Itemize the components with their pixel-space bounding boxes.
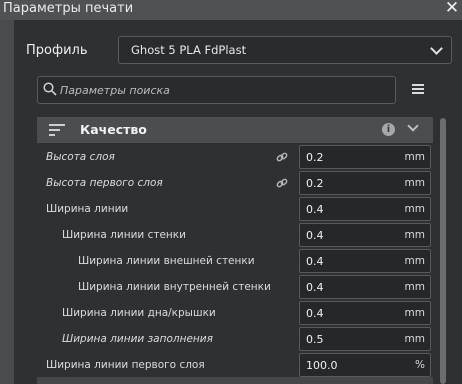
setting-value-field[interactable]: 0.5 mm xyxy=(299,327,431,351)
setting-row: Ширина линии дна/крышки 0.4 mm xyxy=(0,301,440,327)
window-title: Параметры печати xyxy=(3,1,134,16)
search-input[interactable]: Параметры поиска xyxy=(37,76,396,104)
setting-unit: mm xyxy=(404,333,425,345)
setting-unit: mm xyxy=(404,203,425,215)
setting-label: Высота первого слоя xyxy=(46,177,163,189)
setting-value-field[interactable]: 0.4 mm xyxy=(299,249,431,273)
setting-row: Высота первого слоя 0.2 mm xyxy=(0,171,440,197)
setting-unit: mm xyxy=(404,229,425,241)
quality-icon xyxy=(49,124,65,138)
setting-row: Ширина линии 0.4 mm xyxy=(0,197,440,223)
profile-selected-value: Ghost 5 PLA FdPlast xyxy=(131,43,247,57)
setting-label: Ширина линии xyxy=(46,203,129,215)
category-title: Качество xyxy=(80,122,147,137)
chevron-down-icon[interactable] xyxy=(407,120,419,132)
setting-label: Ширина линии дна/крышки xyxy=(62,307,216,319)
profile-label: Профиль xyxy=(26,43,88,58)
setting-row: Высота слоя 0.2 mm xyxy=(0,145,440,171)
setting-row: Ширина линии внешней стенки 0.4 mm xyxy=(0,249,440,275)
setting-label: Ширина линии внутренней стенки xyxy=(78,281,271,293)
setting-value: 100.0 xyxy=(306,359,338,372)
setting-value: 0.2 xyxy=(306,177,324,190)
setting-value: 0.5 xyxy=(306,333,324,346)
setting-label: Высота слоя xyxy=(46,151,115,163)
link-icon[interactable] xyxy=(276,177,288,189)
setting-value-field[interactable]: 0.4 mm xyxy=(299,301,431,325)
setting-value: 0.4 xyxy=(306,281,324,294)
next-category-header[interactable] xyxy=(37,377,433,384)
setting-value: 0.4 xyxy=(306,229,324,242)
setting-label: Ширина линии стенки xyxy=(62,229,186,241)
profile-dropdown[interactable]: Ghost 5 PLA FdPlast xyxy=(118,36,452,64)
scrollbar-thumb[interactable] xyxy=(440,118,446,384)
setting-value-field[interactable]: 100.0% xyxy=(299,353,431,377)
title-bar[interactable]: Параметры печати ✕ xyxy=(0,0,462,20)
setting-unit: mm xyxy=(404,307,425,319)
chevron-down-icon xyxy=(430,42,443,55)
search-icon xyxy=(43,82,57,96)
setting-value: 0.2 xyxy=(306,151,324,164)
setting-unit: mm xyxy=(404,255,425,267)
setting-label: Ширина линии первого слоя xyxy=(46,359,205,371)
setting-unit: mm xyxy=(404,281,425,293)
setting-unit: mm xyxy=(404,151,425,163)
setting-value: 0.4 xyxy=(306,307,324,320)
setting-label: Ширина линии заполнения xyxy=(62,333,213,345)
setting-row: Ширина линии внутренней стенки 0.4 mm xyxy=(0,275,440,301)
setting-value: 0.4 xyxy=(306,203,324,216)
search-placeholder: Параметры поиска xyxy=(60,84,170,97)
setting-value-field[interactable]: 0.2 mm xyxy=(299,145,431,169)
setting-value: 0.4 xyxy=(306,255,324,268)
setting-value-field[interactable]: 0.4 mm xyxy=(299,223,431,247)
menu-icon[interactable] xyxy=(412,84,424,95)
setting-value-field[interactable]: 0.2 mm xyxy=(299,171,431,195)
setting-row: Ширина линии заполнения 0.5 mm xyxy=(0,327,440,353)
category-header-quality[interactable]: Качество i xyxy=(37,117,433,143)
setting-row: Ширина линии стенки 0.4 mm xyxy=(0,223,440,249)
close-icon[interactable]: ✕ xyxy=(442,0,462,18)
setting-row: Ширина линии первого слоя 100.0% xyxy=(0,353,440,379)
setting-value-field[interactable]: 0.4 mm xyxy=(299,197,431,221)
link-icon[interactable] xyxy=(276,151,288,163)
setting-label: Ширина линии внешней стенки xyxy=(78,255,255,267)
setting-unit: % xyxy=(415,359,425,371)
setting-unit: mm xyxy=(404,177,425,189)
setting-value-field[interactable]: 0.4 mm xyxy=(299,275,431,299)
info-icon[interactable]: i xyxy=(382,123,395,136)
